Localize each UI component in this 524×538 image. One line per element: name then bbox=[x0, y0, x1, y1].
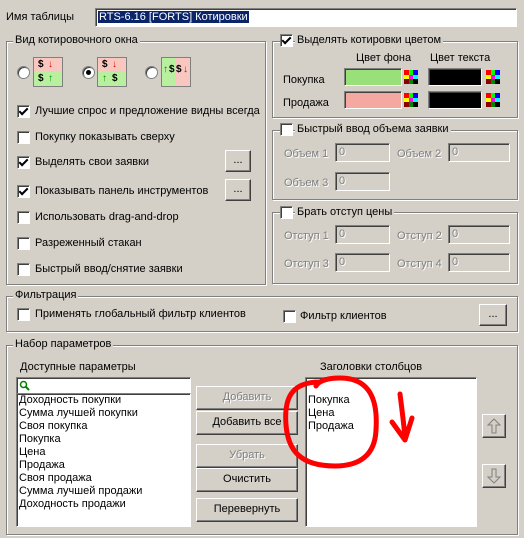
volume-2-label: Объем 2 bbox=[397, 148, 442, 160]
offset-4-label: Отступ 4 bbox=[397, 258, 442, 270]
layout-icon-1: $ ↓ $ ↑ bbox=[33, 57, 63, 87]
buy-text-swatch[interactable] bbox=[428, 68, 482, 86]
list-item[interactable]: Сумма лучшей продажи bbox=[17, 485, 190, 498]
opt-highlight-own-label: Выделять свои заявки bbox=[35, 156, 150, 168]
offset-3-label: Отступ 3 bbox=[284, 258, 329, 270]
layout-icon-2: $ ↓ ↑ $ bbox=[97, 57, 127, 87]
opt-best-always-checkbox[interactable] bbox=[17, 105, 30, 118]
volume-1-input[interactable]: 0 bbox=[335, 143, 390, 162]
highlight-own-settings-button[interactable]: ... bbox=[225, 150, 251, 172]
offset-4-input[interactable]: 0 bbox=[448, 253, 510, 272]
client-filter-label: Фильтр клиентов bbox=[300, 310, 387, 322]
table-name-label: Имя таблицы bbox=[6, 11, 75, 23]
buy-color-label: Покупка bbox=[283, 74, 325, 86]
layout-icon-3: ↑ $ $ ↓ bbox=[161, 57, 191, 87]
view-group-title: Вид котировочного окна bbox=[13, 34, 140, 46]
list-item[interactable]: Цена bbox=[17, 446, 190, 459]
offset-group bbox=[272, 212, 518, 284]
table-name-value: RTS-6.16 [FORTS] Котировки bbox=[98, 11, 249, 23]
table-name-input[interactable]: RTS-6.16 [FORTS] Котировки bbox=[95, 8, 517, 27]
list-item[interactable]: Сумма лучшей покупки bbox=[17, 407, 190, 420]
global-filter-label: Применять глобальный фильтр клиентов bbox=[35, 308, 246, 320]
list-item[interactable]: Продажа bbox=[17, 459, 190, 472]
available-params-list[interactable]: Доходность покупки Сумма лучшей покупки … bbox=[16, 393, 191, 527]
opt-dragdrop-label: Использовать drag-and-drop bbox=[35, 211, 179, 223]
opt-toolbar-checkbox[interactable] bbox=[17, 185, 30, 198]
volume-3-input[interactable]: 0 bbox=[335, 172, 390, 191]
buy-bg-palette-icon[interactable] bbox=[404, 70, 418, 84]
opt-highlight-own-checkbox[interactable] bbox=[17, 156, 30, 169]
reverse-button[interactable]: Перевернуть bbox=[196, 498, 298, 522]
sell-text-palette-icon[interactable] bbox=[486, 93, 500, 107]
sell-bg-swatch[interactable] bbox=[344, 91, 402, 109]
offset-3-input[interactable]: 0 bbox=[335, 253, 390, 272]
opt-sparse-label: Разреженный стакан bbox=[35, 237, 142, 249]
colors-group-title: Выделять котировки цветом bbox=[295, 34, 444, 46]
toolbar-settings-button[interactable]: ... bbox=[225, 179, 251, 201]
red-annotation-overlay bbox=[283, 375, 415, 469]
global-filter-checkbox[interactable] bbox=[17, 308, 30, 321]
list-item[interactable]: Доходность продажи bbox=[17, 498, 190, 511]
list-item[interactable]: Своя покупка bbox=[17, 420, 190, 433]
volume-2-input[interactable]: 0 bbox=[448, 143, 510, 162]
arrow-up-icon bbox=[486, 418, 502, 434]
opt-sparse-checkbox[interactable] bbox=[17, 237, 30, 250]
layout-radio-1[interactable] bbox=[17, 66, 30, 79]
buy-text-palette-icon[interactable] bbox=[486, 70, 500, 84]
search-icon bbox=[19, 380, 30, 391]
volume-group-title: Быстрый ввод объема заявки bbox=[295, 123, 451, 135]
available-search-input[interactable] bbox=[16, 377, 191, 394]
client-filter-checkbox[interactable] bbox=[283, 310, 296, 323]
volume-3-label: Объем 3 bbox=[284, 177, 329, 189]
volume-1-label: Объем 1 bbox=[284, 148, 329, 160]
sell-color-label: Продажа bbox=[283, 97, 329, 109]
offset-2-label: Отступ 2 bbox=[397, 230, 442, 242]
layout-radio-3[interactable] bbox=[145, 66, 158, 79]
move-up-button[interactable] bbox=[482, 414, 506, 438]
text-color-header: Цвет текста bbox=[430, 52, 491, 64]
offset-group-title: Брать отступ цены bbox=[295, 206, 395, 218]
sell-text-swatch[interactable] bbox=[428, 91, 482, 109]
colors-enable-checkbox[interactable] bbox=[280, 34, 293, 47]
arrow-down-icon bbox=[486, 468, 502, 484]
volume-group bbox=[272, 130, 518, 200]
offset-1-input[interactable]: 0 bbox=[335, 225, 390, 244]
available-header: Доступные параметры bbox=[20, 361, 136, 373]
params-group-title: Набор параметров bbox=[13, 338, 114, 350]
list-item[interactable]: Своя продажа bbox=[17, 472, 190, 485]
filter-group-title: Фильтрация bbox=[13, 289, 79, 301]
opt-best-always-label: Лучшие спрос и предложение видны всегда bbox=[35, 105, 260, 117]
bg-color-header: Цвет фона bbox=[356, 52, 412, 64]
opt-buy-top-label: Покупку показывать сверху bbox=[35, 131, 175, 143]
layout-radio-2[interactable] bbox=[82, 66, 95, 79]
sell-bg-palette-icon[interactable] bbox=[404, 93, 418, 107]
opt-quick-order-checkbox[interactable] bbox=[17, 263, 30, 276]
opt-buy-top-checkbox[interactable] bbox=[17, 131, 30, 144]
buy-bg-swatch[interactable] bbox=[344, 68, 402, 86]
list-item[interactable]: Доходность покупки bbox=[17, 394, 190, 407]
offset-enable-checkbox[interactable] bbox=[280, 206, 293, 219]
offset-2-input[interactable]: 0 bbox=[448, 225, 510, 244]
move-down-button[interactable] bbox=[482, 464, 506, 488]
client-filter-settings-button[interactable]: ... bbox=[479, 304, 507, 326]
offset-1-label: Отступ 1 bbox=[284, 230, 329, 242]
volume-enable-checkbox[interactable] bbox=[280, 123, 293, 136]
opt-dragdrop-checkbox[interactable] bbox=[17, 211, 30, 224]
list-item[interactable]: Покупка bbox=[17, 433, 190, 446]
opt-toolbar-label: Показывать панель инструментов bbox=[35, 185, 209, 197]
opt-quick-order-label: Быстрый ввод/снятие заявки bbox=[35, 263, 183, 275]
